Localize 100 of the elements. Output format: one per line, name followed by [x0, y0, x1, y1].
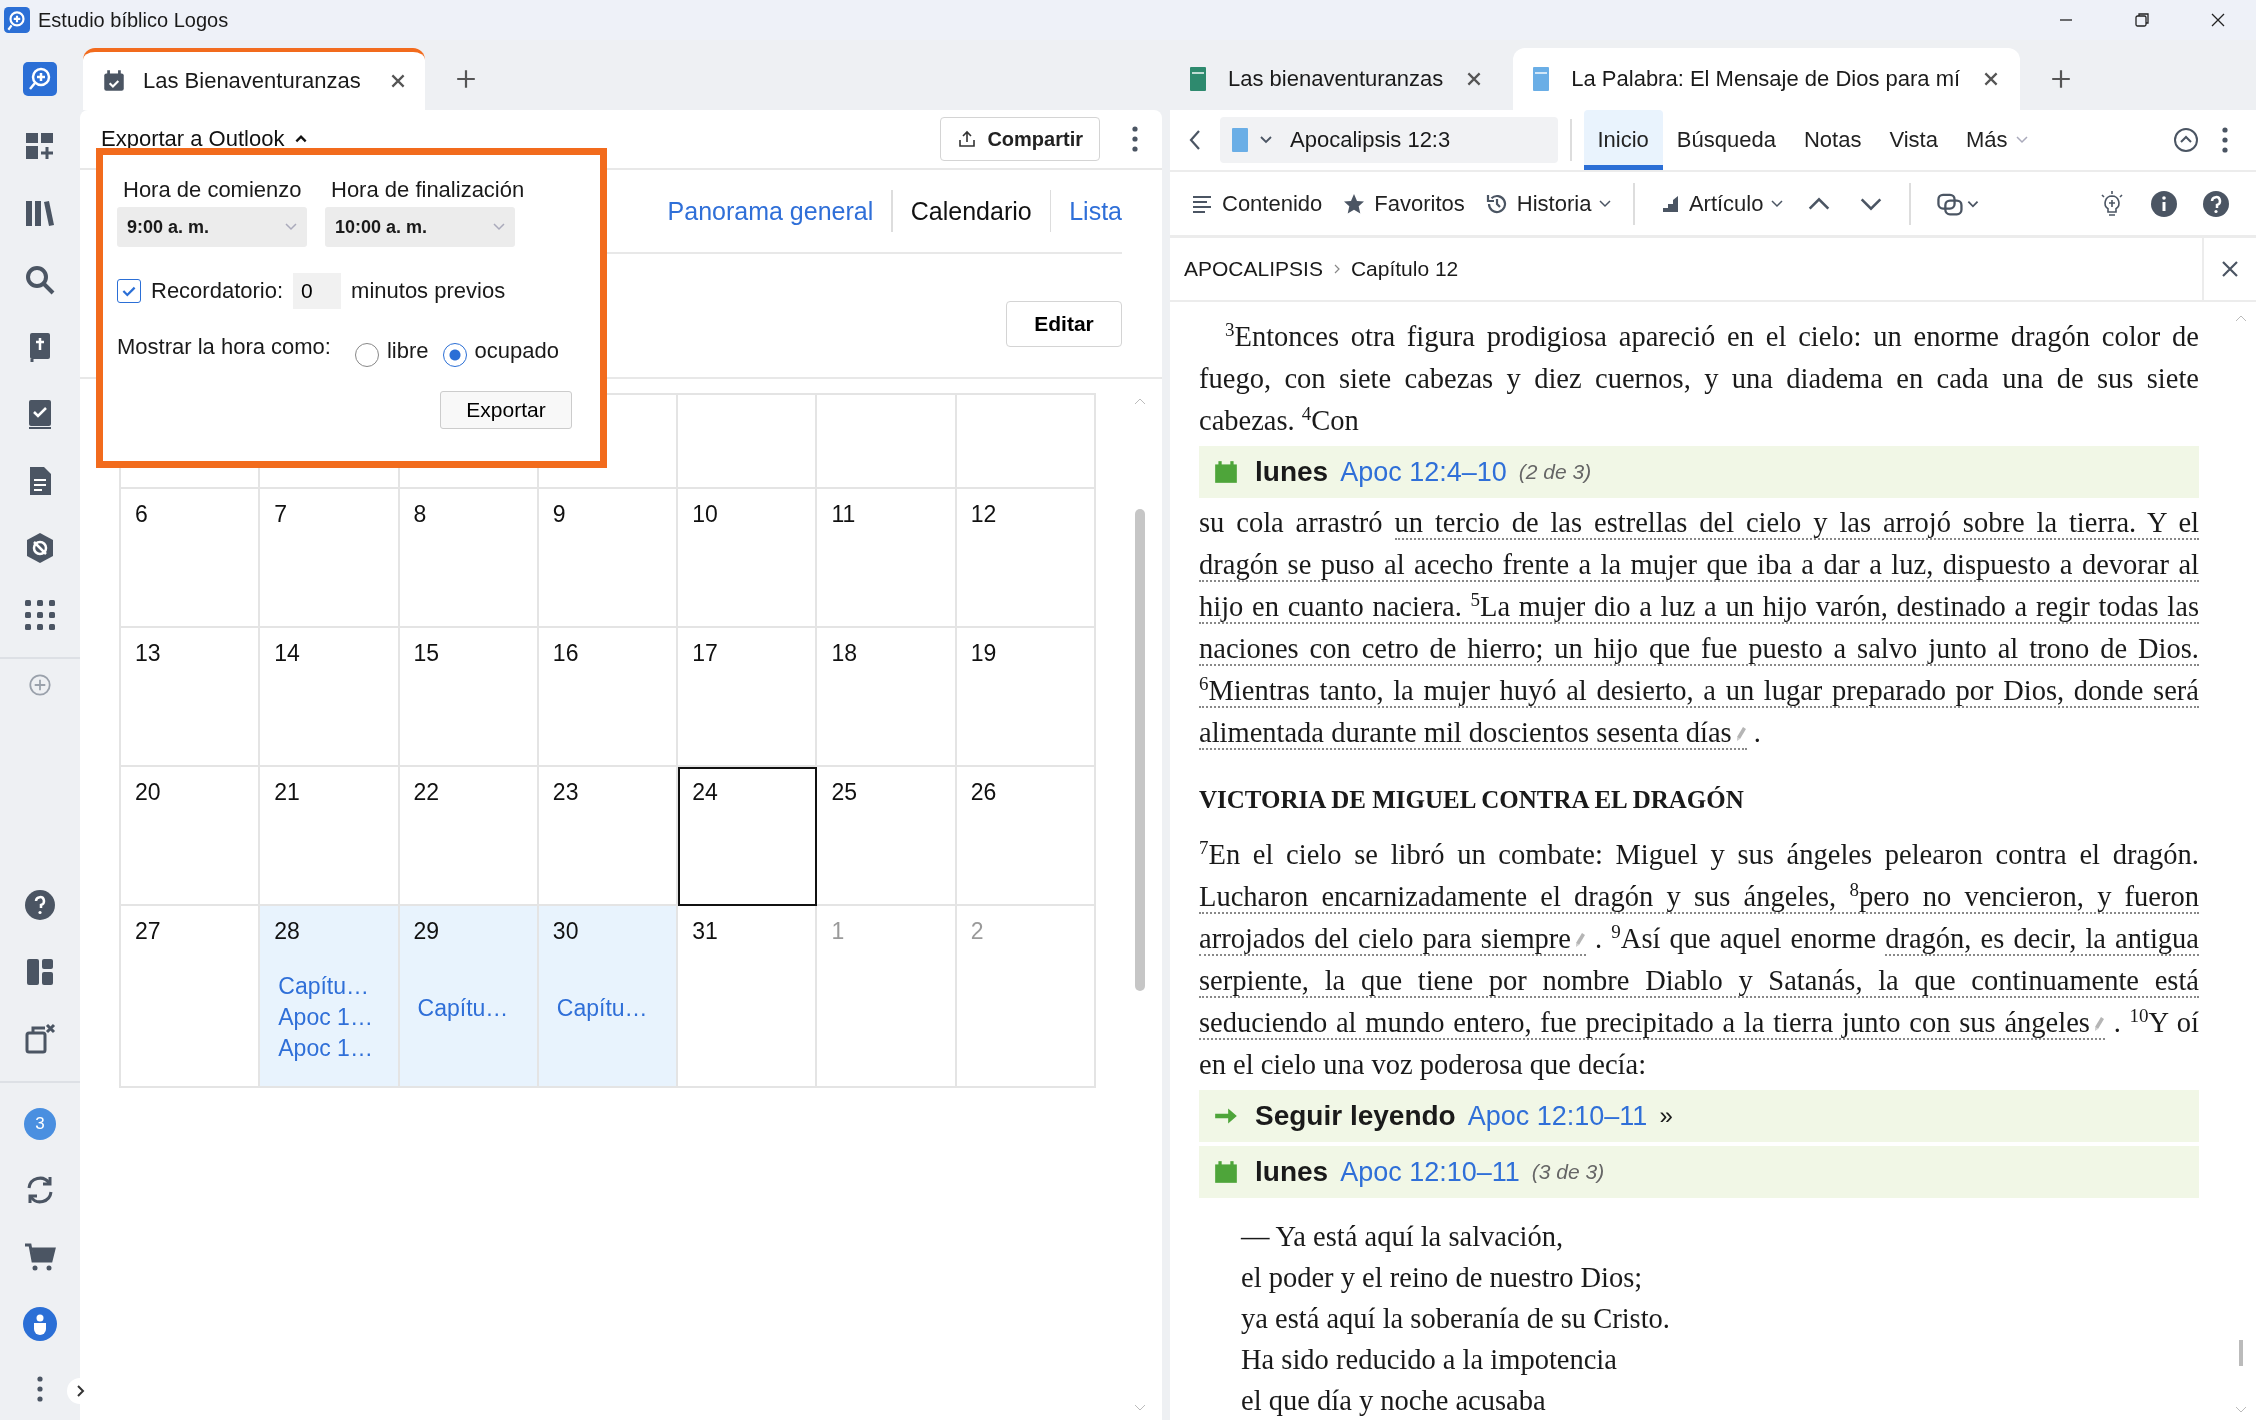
view-tab[interactable]: Calendario — [892, 196, 1050, 226]
day-cell[interactable] — [817, 395, 957, 489]
toolbar-button[interactable]: Historia — [1474, 190, 1622, 217]
calendar-icon — [1213, 459, 1239, 485]
breadcrumb-item[interactable]: APOCALIPSIS — [1184, 257, 1323, 281]
passage-link[interactable]: Apoc 12:10–11 — [1340, 1151, 1520, 1193]
day-cell[interactable]: 10 — [678, 489, 818, 628]
menu-tab[interactable]: Inicio — [1583, 110, 1663, 170]
day-cell[interactable]: 15 — [399, 628, 539, 767]
close-icon[interactable] — [389, 72, 407, 90]
document-tab[interactable]: La Palabra: El Mensaje de Dios para mí — [1513, 48, 2021, 110]
day-cell[interactable]: 9 — [538, 489, 679, 628]
day-number: 11 — [831, 501, 857, 528]
event-link[interactable]: Capítu… — [417, 995, 523, 1022]
info-icon[interactable] — [2150, 189, 2178, 218]
reference-field[interactable]: Apocalipsis 12:3 — [1220, 117, 1558, 163]
separator-icon — [1332, 263, 1341, 275]
more-icon[interactable] — [1130, 124, 1140, 154]
collapse-icon[interactable] — [2172, 126, 2200, 154]
radio-label[interactable]: ocupado — [474, 338, 559, 364]
day-cell[interactable]: 25 — [817, 767, 957, 906]
passage-link[interactable]: Apoc 12:4–10 — [1340, 451, 1507, 493]
passage-link[interactable]: Apoc 12:10–11 — [1467, 1095, 1648, 1137]
day-cell[interactable]: 24 — [678, 767, 818, 906]
day-cell[interactable]: 31 — [678, 906, 818, 1088]
minutes-field[interactable]: 0 — [293, 273, 342, 309]
event-link[interactable]: Apoc 1… — [278, 1035, 384, 1062]
menu-tab[interactable]: Vista — [1875, 110, 1952, 170]
day-cell[interactable]: 12 — [956, 489, 1096, 628]
share-button[interactable]: Compartir — [940, 117, 1100, 161]
day-cell[interactable]: 11 — [817, 489, 957, 628]
event-link[interactable]: Apoc 1… — [278, 1004, 384, 1031]
restore-icon[interactable] — [2132, 10, 2152, 30]
radio-label[interactable]: libre — [386, 338, 429, 364]
day-cell[interactable]: 20 — [121, 767, 261, 906]
day-number: 17 — [692, 640, 719, 667]
day-number: 28 — [274, 918, 301, 945]
day-number: 24 — [692, 779, 719, 806]
plan-day: lunes — [1255, 1151, 1329, 1193]
book-icon — [1533, 67, 1550, 91]
start-time-dropdown[interactable]: 9:00 a. m. — [117, 207, 307, 247]
help-icon[interactable] — [23, 888, 57, 922]
document-tab[interactable]: Las bienaventuranzas — [1170, 48, 1504, 110]
reminder-checkbox[interactable] — [117, 279, 141, 303]
day-cell[interactable]: 7 — [260, 489, 400, 628]
edit-button[interactable]: Editar — [1006, 300, 1122, 347]
day-cell[interactable]: 13 — [121, 628, 261, 767]
close-icon[interactable] — [2220, 259, 2240, 279]
day-cell[interactable]: 8 — [399, 489, 539, 628]
view-tab[interactable]: Panorama general — [649, 196, 892, 226]
end-time-dropdown[interactable]: 10:00 a. m. — [325, 207, 515, 247]
menu-tab[interactable]: Notas — [1789, 110, 1876, 170]
apps-icon[interactable] — [23, 598, 57, 632]
caret-icon — [285, 223, 297, 231]
export-toggle[interactable]: Exportar a Outlook — [101, 126, 309, 152]
day-cell[interactable]: 6 — [121, 489, 261, 628]
day-cell[interactable]: 26 — [956, 767, 1096, 906]
event-link[interactable]: Capítu… — [556, 995, 663, 1022]
day-cell[interactable]: 29 Capítu… — [399, 906, 539, 1088]
book-icon — [1232, 128, 1248, 152]
continue-label: Seguir leyendo — [1255, 1099, 1456, 1133]
day-cell[interactable]: 28 Capítu… Apoc 1… Apoc 1… — [260, 906, 400, 1088]
radio-button[interactable] — [442, 343, 467, 367]
day-cell[interactable]: 17 — [678, 628, 818, 767]
tab-label: Las Bienaventuranzas — [143, 68, 362, 94]
export-button[interactable]: Exportar — [440, 391, 572, 429]
day-cell[interactable]: 16 — [538, 628, 679, 767]
new-tab-icon[interactable] — [455, 68, 477, 90]
back-icon[interactable] — [1188, 128, 1202, 152]
logo-icon[interactable] — [23, 62, 57, 96]
field-label: Hora de comienzo — [123, 177, 303, 203]
plan-day: lunes — [1255, 451, 1329, 493]
caret-icon — [1260, 136, 1272, 144]
day-cell[interactable]: 19 — [956, 628, 1096, 767]
show-as-label: Mostrar la hora como: — [117, 334, 331, 360]
day-cell[interactable]: 14 — [260, 628, 400, 767]
toolbar-button[interactable]: Favoritos — [1332, 190, 1475, 217]
help-icon[interactable] — [2202, 189, 2230, 218]
day-cell[interactable] — [956, 395, 1096, 489]
new-tab-icon[interactable] — [2050, 68, 2073, 90]
search-icon[interactable] — [23, 263, 57, 297]
more-icon[interactable] — [2220, 125, 2230, 155]
document-tab[interactable]: Las Bienaventuranzas — [83, 48, 425, 110]
user-icon[interactable] — [23, 1307, 57, 1341]
toolbar-button[interactable]: Contenido — [1180, 190, 1333, 217]
event-link[interactable]: Capítu… — [278, 973, 384, 1000]
view-tab[interactable]: Lista — [1051, 196, 1122, 226]
day-cell[interactable]: 30 Capítu… — [538, 906, 679, 1088]
day-number: 25 — [831, 779, 858, 806]
more-icon[interactable] — [35, 1374, 45, 1404]
day-number: 7 — [274, 501, 289, 528]
day-cell[interactable]: 18 — [817, 628, 957, 767]
lightbulb-icon[interactable] — [2098, 189, 2126, 218]
menu-tab[interactable]: Búsqueda — [1662, 110, 1790, 170]
day-cell[interactable] — [678, 395, 818, 489]
toolbar-button[interactable]: Artículo — [1646, 190, 1794, 217]
breadcrumb-item[interactable]: Capítulo 12 — [1350, 257, 1459, 281]
menu-tab[interactable]: Más — [1951, 110, 2042, 170]
close-windows-icon[interactable] — [23, 1022, 57, 1056]
day-number: 6 — [135, 501, 149, 528]
